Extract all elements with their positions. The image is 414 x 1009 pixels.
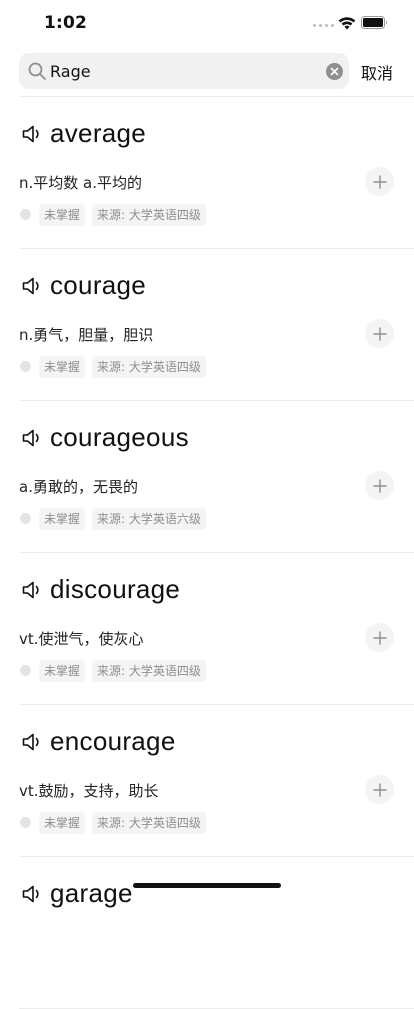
speaker-icon[interactable] — [21, 124, 43, 144]
wifi-icon — [338, 17, 356, 30]
word-item[interactable]: courageous a.勇敢的，无畏的 未掌握 来源: 大学英语六级 — [0, 401, 414, 553]
clear-icon[interactable] — [326, 63, 343, 80]
add-button[interactable] — [365, 623, 394, 652]
word-title: discourage — [50, 574, 181, 604]
mastery-tag: 未掌握 — [39, 204, 86, 226]
status-time: 1:02 — [44, 13, 88, 33]
speaker-icon[interactable] — [21, 884, 43, 904]
cancel-button[interactable]: 取消 — [361, 60, 393, 84]
plus-icon — [372, 630, 387, 645]
battery-icon — [361, 16, 387, 29]
search-bar: 取消 — [0, 52, 414, 90]
source-tag: 来源: 大学英语四级 — [92, 660, 206, 682]
source-tag: 来源: 大学英语四级 — [92, 204, 206, 226]
mastery-dot — [20, 513, 31, 524]
plus-icon — [372, 782, 387, 797]
source-tag: 来源: 大学英语四级 — [92, 812, 206, 834]
word-item[interactable]: discourage vt.使泄气，使灰心 未掌握 来源: 大学英语四级 — [0, 553, 414, 705]
word-item[interactable]: encourage vt.鼓励，支持，助长 未掌握 来源: 大学英语四级 — [0, 705, 414, 857]
word-definition: vt.使泄气，使灰心 — [19, 630, 144, 648]
word-title: courage — [50, 270, 147, 300]
word-list: average n.平均数 a.平均的 未掌握 来源: 大学英语四级 coura… — [0, 97, 414, 1009]
word-item[interactable]: garage — [0, 857, 414, 1009]
word-definition: a.勇敢的，无畏的 — [19, 478, 138, 496]
speaker-icon[interactable] — [21, 580, 43, 600]
mastery-dot — [20, 361, 31, 372]
mastery-dot — [20, 665, 31, 676]
add-button[interactable] — [365, 167, 394, 196]
signal-icon — [313, 24, 334, 27]
mastery-tag: 未掌握 — [39, 356, 86, 378]
search-field[interactable] — [19, 53, 349, 89]
add-button[interactable] — [365, 775, 394, 804]
word-definition: n.平均数 a.平均的 — [19, 174, 143, 192]
plus-icon — [372, 174, 387, 189]
plus-icon — [372, 326, 387, 341]
search-icon — [28, 62, 46, 80]
word-definition: n.勇气，胆量，胆识 — [19, 326, 154, 344]
add-button[interactable] — [365, 471, 394, 500]
speaker-icon[interactable] — [21, 732, 43, 752]
word-item[interactable]: courage n.勇气，胆量，胆识 未掌握 来源: 大学英语四级 — [0, 249, 414, 401]
source-tag: 来源: 大学英语六级 — [92, 508, 206, 530]
mastery-tag: 未掌握 — [39, 508, 86, 530]
speaker-icon[interactable] — [21, 276, 43, 296]
word-item[interactable]: average n.平均数 a.平均的 未掌握 来源: 大学英语四级 — [0, 97, 414, 249]
status-bar: 1:02 — [0, 0, 414, 48]
source-tag: 来源: 大学英语四级 — [92, 356, 206, 378]
speaker-icon[interactable] — [21, 428, 43, 448]
word-title: average — [50, 118, 147, 148]
add-button[interactable] — [365, 319, 394, 348]
mastery-dot — [20, 817, 31, 828]
search-input[interactable] — [50, 53, 310, 89]
mastery-dot — [20, 209, 31, 220]
home-indicator — [133, 883, 281, 888]
word-title: garage — [50, 878, 133, 908]
plus-icon — [372, 478, 387, 493]
word-title: encourage — [50, 726, 176, 756]
word-title: courageous — [50, 422, 189, 452]
word-definition: vt.鼓励，支持，助长 — [19, 782, 159, 800]
mastery-tag: 未掌握 — [39, 660, 86, 682]
mastery-tag: 未掌握 — [39, 812, 86, 834]
